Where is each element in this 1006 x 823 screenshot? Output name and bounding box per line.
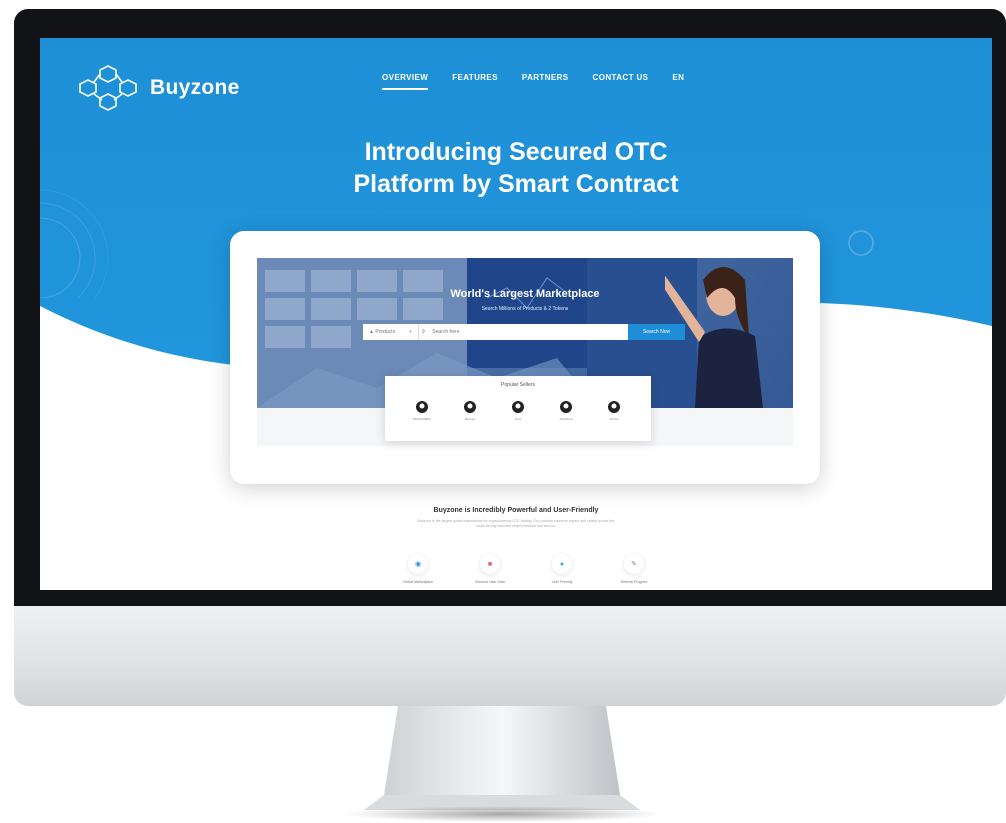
nav-contact-us[interactable]: CONTACT US (593, 73, 649, 90)
feature-item: ✎ Referral Program (602, 554, 666, 584)
search-icon: ⚲ (421, 329, 426, 335)
seller-item[interactable]: ArtsWood (551, 401, 581, 421)
seller-item[interactable]: Moche (599, 401, 629, 421)
banner-title: World's Largest Marketplace (450, 288, 600, 300)
edit-icon: ✎ (624, 554, 644, 574)
seller-avatar-icon (416, 401, 428, 413)
feature-item: ■ Secured User Data (458, 554, 522, 584)
seller-avatar-icon (560, 401, 572, 413)
seller-list: BRANDNEW Mkeygo Luxe ArtsWood Moche (407, 401, 629, 421)
nav-language[interactable]: EN (672, 73, 684, 90)
feature-label: User Friendly (551, 580, 573, 584)
search-bar: ▲ Products ▾ ⚲ Search Now (363, 324, 685, 340)
product-preview-card: World's Largest Marketplace Search Milli… (230, 231, 820, 484)
seller-name: ArtsWood (559, 417, 573, 421)
hero-title-line-1: Introducing Secured OTC (364, 138, 668, 166)
website-screen: Buyzone OVERVIEW FEATURES PARTNERS CONTA… (40, 38, 992, 590)
nav-features[interactable]: FEATURES (452, 73, 498, 90)
seller-name: BRANDNEW (413, 417, 431, 421)
features-section-title: Buyzone is Incredibly Powerful and User-… (433, 507, 599, 514)
monitor-stand (343, 706, 663, 822)
main-nav: OVERVIEW FEATURES PARTNERS CONTACT US EN (382, 73, 684, 90)
hand-icon: ● (552, 554, 572, 574)
seller-item[interactable]: Luxe (503, 401, 533, 421)
seller-name: Luxe (514, 417, 522, 421)
blockchain-cubes-icon (79, 65, 137, 111)
feature-list: ◉ Global Marketplace ■ Secured User Data… (386, 554, 666, 584)
search-button[interactable]: Search Now (628, 324, 685, 340)
seller-avatar-icon (464, 401, 476, 413)
popular-sellers-panel: Popular Sellers BRANDNEW Mkeygo Luxe Art… (385, 376, 651, 441)
seller-avatar-icon (512, 401, 524, 413)
brand-name: Buyzone (150, 76, 240, 99)
globe-icon: ◉ (408, 554, 428, 574)
hero-title: Introducing Secured OTC Platform by Smar… (40, 136, 992, 200)
feature-item: ● User Friendly (530, 554, 594, 584)
feature-label: Referral Program (620, 580, 648, 584)
seller-avatar-icon (608, 401, 620, 413)
feature-label: Global Marketplace (402, 580, 434, 584)
category-value: Products (375, 329, 396, 335)
sellers-title: Popular Sellers (501, 382, 535, 388)
feature-item: ◉ Global Marketplace (386, 554, 450, 584)
nav-overview[interactable]: OVERVIEW (382, 73, 429, 90)
nav-partners[interactable]: PARTNERS (522, 73, 569, 90)
category-select[interactable]: ▲ Products ▾ (363, 324, 419, 340)
monitor-chin (14, 606, 1006, 706)
seller-name: Mkeygo (464, 417, 476, 421)
feature-label: Secured User Data (475, 580, 505, 584)
seller-item[interactable]: BRANDNEW (407, 401, 437, 421)
hero-title-line-2: Platform by Smart Contract (353, 170, 679, 198)
features-section-text: Buyzone is the largest global marketplac… (417, 519, 615, 528)
banner-subtitle: Search Millions of Products & 2 Tokens (481, 306, 569, 312)
brand-logo[interactable]: Buyzone (78, 62, 240, 114)
lock-icon: ■ (480, 554, 500, 574)
seller-item[interactable]: Mkeygo (455, 401, 485, 421)
search-input[interactable] (428, 324, 602, 340)
seller-name: Moche (609, 417, 619, 421)
chevron-down-icon: ▾ (409, 329, 412, 335)
